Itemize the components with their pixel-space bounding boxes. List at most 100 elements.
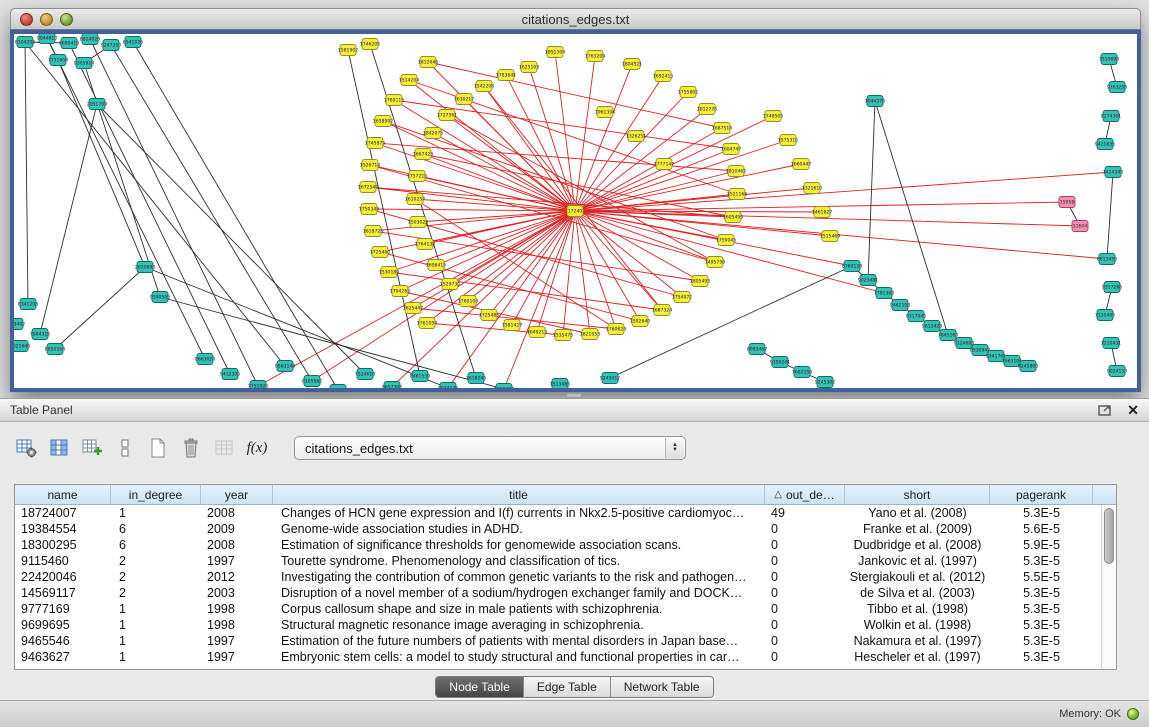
- graph-node[interactable]: 1687514: [712, 123, 733, 134]
- graph-node[interactable]: 1581902: [338, 45, 359, 56]
- graph-node[interactable]: 9044810: [37, 34, 58, 44]
- graph-node[interactable]: 8663024: [195, 354, 216, 365]
- graph-node[interactable]: 11604: [1072, 221, 1088, 232]
- graph-node[interactable]: 1780115: [384, 95, 405, 106]
- graph-node[interactable]: 1625103: [519, 62, 540, 73]
- graph-edge[interactable]: [69, 43, 230, 374]
- graph-node[interactable]: 8613450: [1097, 254, 1118, 265]
- rows-icon[interactable]: [113, 436, 137, 460]
- tab-edge-table[interactable]: Edge Table: [524, 677, 611, 697]
- window-titlebar[interactable]: citations_edges.txt: [10, 8, 1141, 30]
- graph-node[interactable]: 7845160: [938, 330, 959, 341]
- graph-node[interactable]: 9245803: [1018, 361, 1039, 372]
- tab-node-table[interactable]: Node Table: [436, 677, 524, 697]
- import-table-icon[interactable]: [212, 436, 236, 460]
- graph-node[interactable]: 15958: [1059, 197, 1075, 208]
- graph-node[interactable]: 7904315: [30, 329, 51, 340]
- graph-edge[interactable]: [25, 42, 28, 304]
- graph-node[interactable]: 1687324: [652, 305, 673, 316]
- graph-node[interactable]: 9462158: [890, 300, 911, 311]
- graph-edge[interactable]: [25, 42, 285, 366]
- graph-node[interactable]: 9245302: [815, 377, 836, 388]
- graph-node[interactable]: 2051709: [87, 99, 108, 110]
- graph-node[interactable]: 1535475: [553, 330, 574, 341]
- graph-node[interactable]: 9034176: [438, 383, 459, 389]
- graph-node[interactable]: 1672540: [358, 182, 379, 193]
- graph-node[interactable]: 7618245: [466, 373, 487, 384]
- graph-node[interactable]: 1610257: [405, 194, 426, 205]
- graph-node[interactable]: 2620693: [135, 262, 156, 273]
- graph-node[interactable]: 1961304: [595, 107, 616, 118]
- graph-node[interactable]: 9305914: [74, 58, 95, 69]
- graph-node[interactable]: 1760103: [458, 296, 479, 307]
- minimize-button[interactable]: [40, 13, 53, 26]
- graph-node[interactable]: 9412305: [220, 369, 241, 380]
- graph-node[interactable]: 17240: [567, 206, 583, 217]
- column-header-title[interactable]: title: [273, 485, 765, 504]
- graph-edge[interactable]: [111, 45, 312, 381]
- graph-node[interactable]: 1606415: [426, 260, 447, 271]
- function-builder-icon[interactable]: f(x): [245, 436, 269, 460]
- column-header-out-de-[interactable]: △out_de…: [765, 485, 845, 504]
- graph-node[interactable]: 9247350: [101, 40, 122, 51]
- graph-node[interactable]: 1660447: [791, 159, 812, 170]
- graph-node[interactable]: 1503022: [408, 217, 429, 228]
- graph-node[interactable]: 7524618: [355, 369, 376, 380]
- graph-node[interactable]: 1725460: [370, 247, 391, 258]
- graph-node[interactable]: 8824028: [80, 34, 101, 45]
- graph-node[interactable]: 1692413: [653, 71, 674, 82]
- graph-edge[interactable]: [575, 211, 884, 293]
- graph-node[interactable]: 8317045: [906, 311, 927, 322]
- graph-node[interactable]: 8093467: [747, 344, 768, 355]
- network-canvas[interactable]: 1724018513041763209180452116924131755802…: [10, 30, 1141, 392]
- table-row[interactable]: 1872400712008Changes of HCN gene express…: [15, 505, 1101, 521]
- graph-node[interactable]: 9590505: [150, 292, 171, 303]
- graph-node[interactable]: 1759045: [716, 235, 737, 246]
- table-row[interactable]: 1456911722003Disruption of a novel membe…: [15, 585, 1101, 601]
- graph-edge[interactable]: [160, 297, 504, 388]
- graph-node[interactable]: 7510694: [1099, 54, 1120, 65]
- graph-node[interactable]: 9350241: [770, 357, 791, 368]
- scrollbar-thumb[interactable]: [1104, 508, 1114, 564]
- graph-edge[interactable]: [428, 62, 575, 211]
- graph-node[interactable]: 1746205: [360, 39, 381, 50]
- graph-node[interactable]: 8104202: [15, 37, 36, 48]
- graph-node[interactable]: 1763209: [585, 51, 606, 62]
- select-columns-icon[interactable]: [47, 436, 71, 460]
- graph-edge[interactable]: [47, 38, 205, 359]
- graph-node[interactable]: 1326251: [626, 131, 647, 142]
- table-row[interactable]: 911546021997Tourette syndrome. Phenomeno…: [15, 553, 1101, 569]
- graph-node[interactable]: 1515469: [820, 231, 841, 242]
- table-row[interactable]: 977716911998Corpus callosum shape and si…: [15, 601, 1101, 617]
- graph-edge[interactable]: [55, 267, 145, 349]
- graph-edge[interactable]: [1107, 172, 1113, 259]
- column-header-year[interactable]: year: [201, 485, 273, 504]
- graph-edge[interactable]: [875, 101, 948, 335]
- zoom-button[interactable]: [60, 13, 73, 26]
- graph-node[interactable]: 9657302: [382, 382, 403, 389]
- graph-node[interactable]: 1667423: [413, 149, 434, 160]
- graph-node[interactable]: 1812776: [697, 104, 718, 115]
- graph-node[interactable]: 7682159: [792, 367, 813, 378]
- graph-node[interactable]: 1529730: [440, 279, 461, 290]
- graph-node[interactable]: 1604747: [721, 144, 742, 155]
- graph-node[interactable]: 1581427: [502, 320, 523, 331]
- graph-node[interactable]: 1530189: [379, 267, 400, 278]
- column-header-pagerank[interactable]: pagerank: [990, 485, 1093, 504]
- graph-node[interactable]: 1210431: [1101, 338, 1122, 349]
- graph-node[interactable]: 8541026: [123, 37, 144, 48]
- graph-node[interactable]: 7751920: [248, 381, 269, 389]
- graph-node[interactable]: 1725485: [479, 310, 500, 321]
- graph-node[interactable]: 9245012: [600, 373, 621, 384]
- close-button[interactable]: [20, 13, 33, 26]
- graph-node[interactable]: 1625447: [403, 303, 424, 314]
- graph-node[interactable]: 1842075: [423, 128, 444, 139]
- graph-node[interactable]: 1592640: [630, 316, 651, 327]
- graph-node[interactable]: 7120465: [1095, 310, 1116, 321]
- graph-node[interactable]: 9163258: [1107, 82, 1128, 93]
- graph-node[interactable]: 1658902: [373, 116, 394, 127]
- graph-node[interactable]: 1760624: [606, 324, 627, 335]
- column-header-in-degree[interactable]: in_degree: [111, 485, 201, 504]
- graph-edge[interactable]: [575, 211, 715, 262]
- graph-node[interactable]: 7731604: [48, 55, 69, 66]
